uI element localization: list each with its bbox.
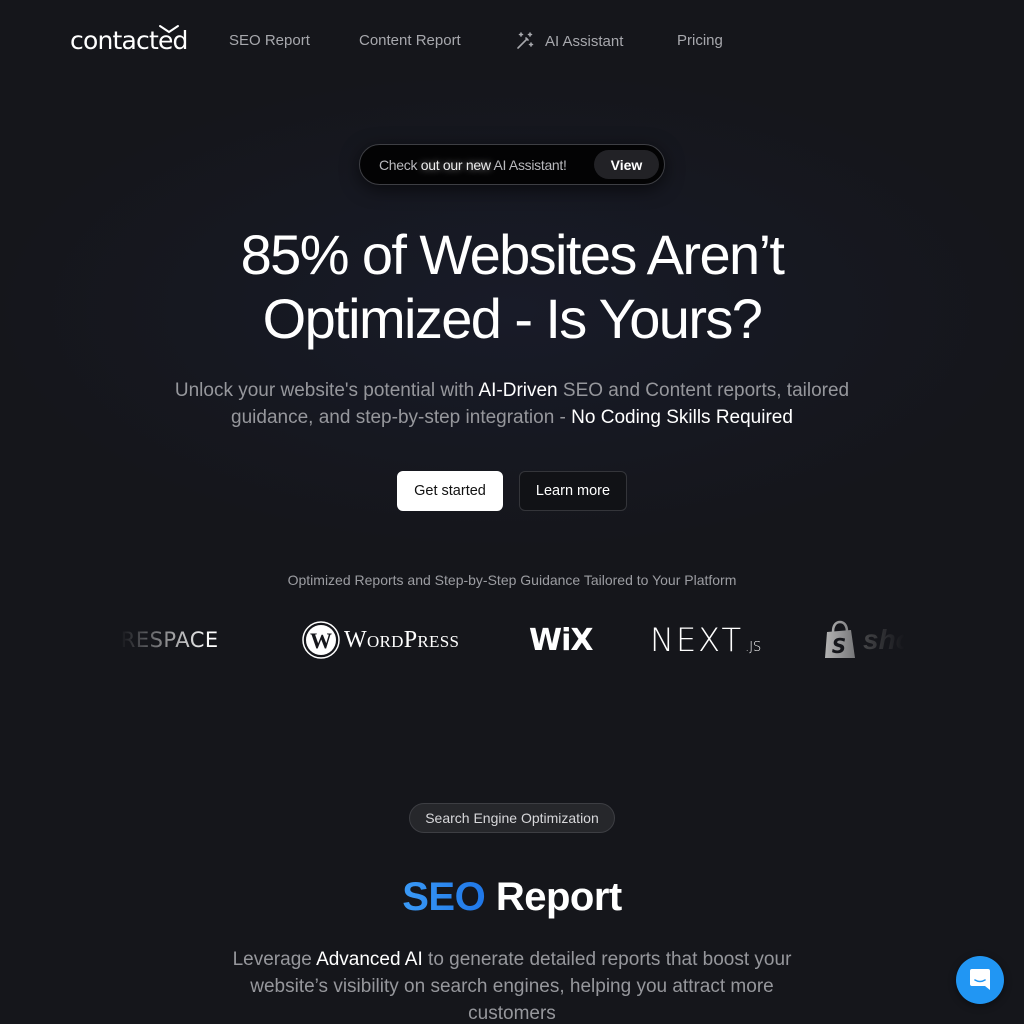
nav-link-pricing[interactable]: Pricing (677, 32, 723, 49)
shopify-logo: S sho (823, 605, 905, 675)
wordpress-icon: W (302, 621, 340, 659)
hero-headline: 85% of Websites Aren’t Optimized - Is Yo… (240, 223, 785, 350)
announcement-view-button[interactable]: View (594, 150, 659, 179)
nav-link-seo-report[interactable]: SEO Report (229, 32, 310, 49)
announcement-text: Check out our new AI Assistant! (379, 156, 567, 173)
hero-subtext: Unlock your website's potential with AI-… (174, 380, 850, 428)
wix-logo: WiX (529, 622, 594, 658)
nav-link-label: Pricing (677, 32, 723, 49)
platform-logo-carousel: UARESPACE W WordPress WiX NEXT.JS S sho (120, 605, 905, 675)
chat-bubble-icon (970, 969, 990, 990)
squarespace-logo: UARESPACE (120, 628, 219, 652)
announcement-pill[interactable]: Check out our new AI Assistant! View (359, 144, 665, 185)
shopify-bag-icon: S (825, 620, 855, 658)
nav-link-label: SEO Report (229, 32, 310, 49)
wordpress-logo: W WordPress (302, 605, 459, 675)
magic-wand-icon (517, 32, 534, 49)
section-badge: Search Engine Optimization (409, 803, 615, 833)
get-started-button[interactable]: Get started (397, 471, 503, 511)
nav-link-label: Content Report (359, 32, 461, 49)
nav-link-ai-assistant[interactable]: AI Assistant (515, 31, 623, 51)
chat-widget-button[interactable] (956, 956, 1004, 1004)
platforms-caption: Optimized Reports and Step-by-Step Guida… (287, 572, 737, 588)
nav-link-content-report[interactable]: Content Report (359, 32, 461, 49)
nextjs-logo: NEXT .JS (650, 621, 762, 659)
top-navigation: contacted SEO Report Content Report AI A… (0, 0, 1024, 84)
nav-link-label: AI Assistant (545, 32, 624, 50)
logo[interactable]: contacted (70, 24, 188, 55)
section-title: SEO Report (402, 875, 622, 919)
svg-text:W: W (310, 628, 332, 653)
logo-check-icon (159, 25, 179, 34)
svg-text:S: S (832, 634, 846, 658)
learn-more-button[interactable]: Learn more (519, 471, 627, 511)
section-description: Leverage Advanced AI to generate detaile… (232, 949, 792, 1024)
